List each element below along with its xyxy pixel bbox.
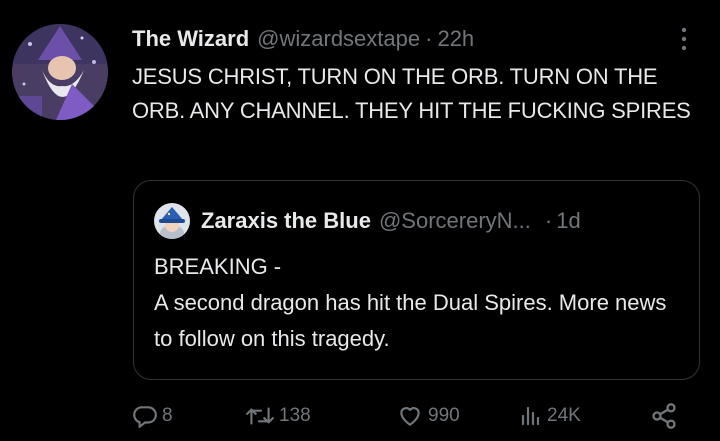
quoted-header-separator: · <box>544 208 553 233</box>
wizard-avatar-icon <box>12 24 108 120</box>
tweet-timestamp[interactable]: 22h <box>437 26 474 52</box>
views-count: 24K <box>547 405 581 426</box>
quoted-tweet-text-line: BREAKING - <box>154 254 282 279</box>
tweet-text: JESUS CHRIST, TURN ON THE ORB. TURN ON T… <box>132 64 691 123</box>
views-button[interactable]: 24K <box>519 398 581 434</box>
quoted-tweet-header: Zaraxis the Blue @SorcereryN... · 1d <box>154 203 581 239</box>
quoted-author-name[interactable]: Zaraxis the Blue <box>201 208 371 234</box>
views-icon <box>521 406 540 426</box>
quoted-author-avatar[interactable] <box>154 203 190 239</box>
retweet-count: 138 <box>279 405 311 426</box>
retweet-icon <box>246 407 274 425</box>
like-button[interactable]: 990 <box>396 398 460 434</box>
like-count: 990 <box>428 405 460 426</box>
share-button[interactable] <box>650 398 682 434</box>
wizard-hat-avatar-icon <box>154 203 190 239</box>
reply-count: 8 <box>162 405 173 426</box>
reply-button[interactable]: 8 <box>132 398 173 434</box>
author-handle[interactable]: @wizardsextape <box>257 26 420 52</box>
tweet-action-bar: 8 138 990 24K <box>132 398 692 434</box>
reply-icon <box>133 406 157 428</box>
share-icon <box>652 403 676 429</box>
heart-icon <box>400 407 420 426</box>
author-avatar[interactable] <box>12 24 108 120</box>
retweet-button[interactable]: 138 <box>245 398 311 434</box>
more-vertical-icon <box>681 27 687 51</box>
author-name[interactable]: The Wizard <box>132 26 249 52</box>
quoted-author-handle[interactable]: @SorcereryN... <box>379 208 531 234</box>
quoted-tweet-text: BREAKING - A second dragon has hit the D… <box>154 249 684 357</box>
quoted-tweet-text-body: A second dragon has hit the Dual Spires.… <box>154 290 667 351</box>
header-separator: · <box>425 26 433 51</box>
quoted-tweet-card[interactable]: Zaraxis the Blue @SorcereryN... · 1d BRE… <box>133 180 700 380</box>
tweet-header: The Wizard @wizardsextape · 22h <box>132 22 474 56</box>
quoted-tweet-timestamp[interactable]: 1d <box>556 208 580 234</box>
more-options-button[interactable] <box>676 26 692 52</box>
